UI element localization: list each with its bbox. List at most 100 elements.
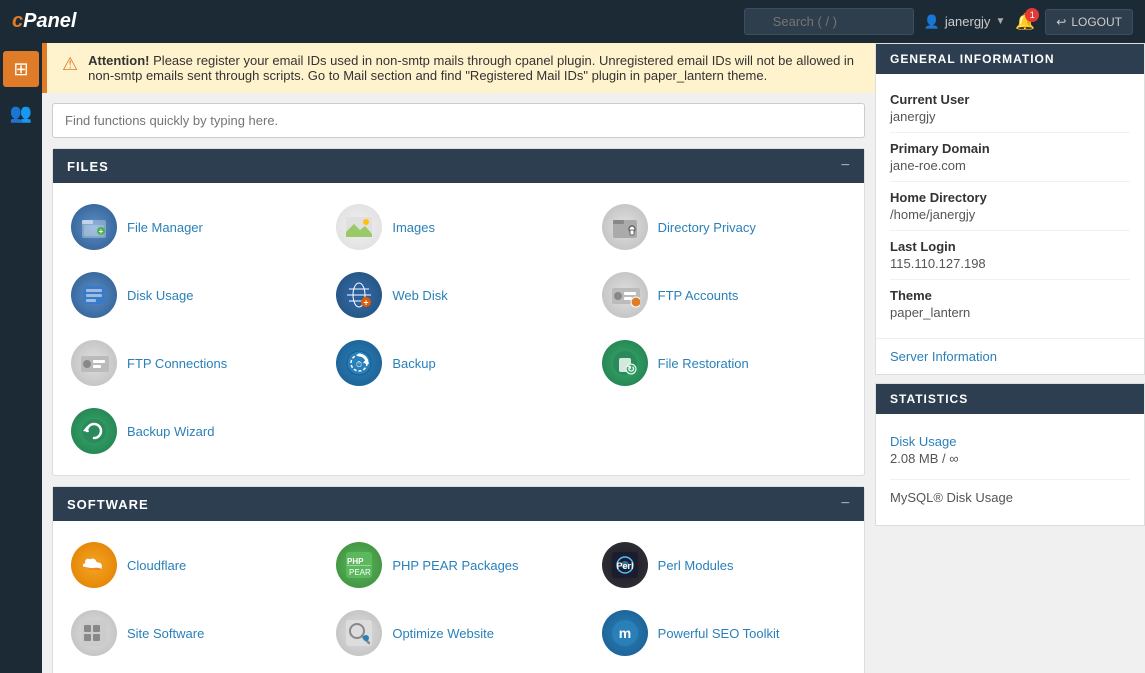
files-section-label: FILES xyxy=(67,159,109,174)
list-item[interactable]: m Powerful SEO Toolkit xyxy=(594,604,854,662)
general-info-body: Current User janergjy Primary Domain jan… xyxy=(876,74,1144,338)
list-item[interactable]: ⏱ Backup xyxy=(328,334,588,392)
ftpaccounts-icon xyxy=(602,272,648,318)
images-label: Images xyxy=(392,220,435,235)
logout-icon: ↩ xyxy=(1056,15,1066,29)
theme-label: Theme xyxy=(890,288,1130,303)
filerest-icon: ↻ xyxy=(602,340,648,386)
sidebar-users-icon[interactable]: 👥 xyxy=(3,95,39,131)
logo-c: c xyxy=(12,10,23,32)
sitesoftware-label: Site Software xyxy=(127,626,204,641)
software-section-label: SOFTWARE xyxy=(67,497,149,512)
statistics-body: Disk Usage 2.08 MB / ∞ MySQL® Disk Usage xyxy=(876,414,1144,525)
primary-domain-label: Primary Domain xyxy=(890,141,1130,156)
mysql-label: MySQL® Disk Usage xyxy=(890,485,1130,510)
mysql-row: MySQL® Disk Usage xyxy=(890,480,1130,515)
list-item[interactable]: + Web Disk xyxy=(328,266,588,324)
sitesoftware-icon xyxy=(71,610,117,656)
perlmod-label: Perl Modules xyxy=(658,558,734,573)
list-item[interactable]: Images xyxy=(328,198,588,256)
search-input[interactable] xyxy=(744,8,914,35)
logo-panel: Panel xyxy=(23,10,76,32)
diskusage-icon xyxy=(71,272,117,318)
ftpconn-icon xyxy=(71,340,117,386)
last-login-row: Last Login 115.110.127.198 xyxy=(890,231,1130,280)
search-wrapper: 🔍 xyxy=(744,8,914,35)
function-search-input[interactable] xyxy=(52,103,865,138)
current-user-value: janergjy xyxy=(890,109,1130,124)
list-item[interactable]: Cloudflare xyxy=(63,536,323,594)
software-section: SOFTWARE − Cloudflare PHP PEAR xyxy=(52,486,865,673)
files-section-header: FILES − xyxy=(53,149,864,183)
right-panel: GENERAL INFORMATION Current User janergj… xyxy=(875,43,1145,673)
theme-row: Theme paper_lantern xyxy=(890,280,1130,328)
current-user-label: Current User xyxy=(890,92,1130,107)
alert-strong: Attention! xyxy=(88,53,149,68)
svg-text:PHP: PHP xyxy=(347,557,364,566)
statistics-label: STATISTICS xyxy=(890,392,968,406)
list-item[interactable]: Directory Privacy xyxy=(594,198,854,256)
disk-usage-link[interactable]: Disk Usage xyxy=(890,429,1130,451)
alert-text: Attention! Please register your email ID… xyxy=(88,53,860,83)
main-layout: ⊞ 👥 ⚠ Attention! Please register your em… xyxy=(0,43,1145,673)
svg-text:Perl: Perl xyxy=(616,561,633,571)
function-search-wrapper xyxy=(52,103,865,138)
cloudflare-icon xyxy=(71,542,117,588)
home-dir-label: Home Directory xyxy=(890,190,1130,205)
backupwiz-icon xyxy=(71,408,117,454)
top-navigation: cPanel 🔍 👤 janergjy ▼ 🔔 1 ↩ LOGOUT xyxy=(0,0,1145,43)
webdisk-label: Web Disk xyxy=(392,288,447,303)
username-label: janergjy xyxy=(945,14,991,29)
alert-message: Please register your email IDs used in n… xyxy=(88,53,854,83)
list-item[interactable]: Backup Wizard xyxy=(63,402,323,460)
seotoolkit-label: Powerful SEO Toolkit xyxy=(658,626,780,641)
list-item[interactable]: + File Manager xyxy=(63,198,323,256)
list-item[interactable]: Site Software xyxy=(63,604,323,662)
last-login-label: Last Login xyxy=(890,239,1130,254)
list-item[interactable]: FTP Accounts xyxy=(594,266,854,324)
list-item[interactable]: PHP PEAR PHP PEAR Packages xyxy=(328,536,588,594)
list-item[interactable]: Disk Usage xyxy=(63,266,323,324)
svg-text:+: + xyxy=(99,227,104,236)
notifications-button[interactable]: 🔔 1 xyxy=(1015,12,1035,32)
diskusage-label: Disk Usage xyxy=(127,288,193,303)
svg-text:PEAR: PEAR xyxy=(349,568,371,577)
left-sidebar: ⊞ 👥 xyxy=(0,43,42,673)
disk-usage-value: 2.08 MB / ∞ xyxy=(890,451,1130,474)
primary-domain-value: jane-roe.com xyxy=(890,158,1130,173)
center-content: ⚠ Attention! Please register your email … xyxy=(42,43,875,673)
list-item[interactable]: Optimize Website xyxy=(328,604,588,662)
ftpconn-label: FTP Connections xyxy=(127,356,227,371)
backupwiz-label: Backup Wizard xyxy=(127,424,214,439)
alert-bar: ⚠ Attention! Please register your email … xyxy=(42,43,875,93)
optimize-label: Optimize Website xyxy=(392,626,494,641)
list-item[interactable]: FTP Connections xyxy=(63,334,323,392)
phppear-icon: PHP PEAR xyxy=(336,542,382,588)
user-menu[interactable]: 👤 janergjy ▼ xyxy=(924,14,1006,30)
seotoolkit-icon: m xyxy=(602,610,648,656)
cpanel-logo: cPanel xyxy=(12,10,76,33)
backup-icon: ⏱ xyxy=(336,340,382,386)
svg-text:+: + xyxy=(364,298,369,308)
files-section: FILES − + File Manager xyxy=(52,148,865,476)
server-info-link[interactable]: Server Information xyxy=(876,338,1144,374)
backup-label: Backup xyxy=(392,356,435,371)
files-collapse-button[interactable]: − xyxy=(841,157,850,175)
dirprivacy-label: Directory Privacy xyxy=(658,220,756,235)
sidebar-grid-icon[interactable]: ⊞ xyxy=(3,51,39,87)
primary-domain-row: Primary Domain jane-roe.com xyxy=(890,133,1130,182)
phppear-label: PHP PEAR Packages xyxy=(392,558,518,573)
software-collapse-button[interactable]: − xyxy=(841,495,850,513)
user-icon: 👤 xyxy=(924,14,940,30)
cloudflare-label: Cloudflare xyxy=(127,558,186,573)
statistics-header: STATISTICS xyxy=(876,384,1144,414)
perlmod-icon: Perl xyxy=(602,542,648,588)
logout-button[interactable]: ↩ LOGOUT xyxy=(1045,9,1133,35)
filemanager-icon: + xyxy=(71,204,117,250)
files-section-body: + File Manager Images xyxy=(53,183,864,475)
ftpaccounts-label: FTP Accounts xyxy=(658,288,739,303)
general-info-header: GENERAL INFORMATION xyxy=(876,44,1144,74)
list-item[interactable]: ↻ File Restoration xyxy=(594,334,854,392)
home-dir-row: Home Directory /home/janergjy xyxy=(890,182,1130,231)
list-item[interactable]: Perl Perl Modules xyxy=(594,536,854,594)
